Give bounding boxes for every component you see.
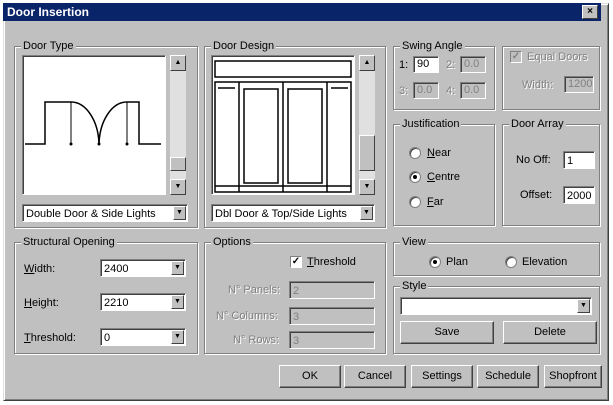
width-label: Width:: [24, 263, 56, 275]
door-type-legend: Door Type: [21, 39, 76, 53]
equal-doors-width-input[interactable]: 1200: [564, 76, 594, 93]
threshold-select[interactable]: 0 ▼: [100, 328, 186, 346]
door-type-value: Double Door & Side Lights: [26, 208, 156, 220]
width-select[interactable]: 2400 ▼: [100, 259, 186, 277]
door-design-scrollbar[interactable]: ▲ ▼: [359, 55, 375, 195]
swing-angle-3-label: 3:: [399, 85, 409, 97]
equal-doors-label: Equal Doors: [527, 51, 588, 63]
offset-label: Offset:: [520, 189, 553, 201]
threshold-label: Threshold:: [24, 332, 76, 344]
scroll-thumb[interactable]: [359, 135, 375, 171]
swing-angle-1-input[interactable]: 90: [413, 56, 439, 73]
door-type-scrollbar[interactable]: ▲ ▼: [170, 55, 186, 195]
justification-near-label: Near: [427, 147, 451, 159]
cancel-button[interactable]: Cancel: [344, 365, 406, 388]
door-type-select[interactable]: Double Door & Side Lights ▼: [22, 204, 188, 222]
structural-opening-legend: Structural Opening: [21, 235, 117, 249]
swing-angle-4-label: 4:: [446, 85, 456, 97]
scroll-down-button[interactable]: ▼: [170, 179, 186, 195]
height-value: 2210: [104, 297, 129, 309]
door-type-preview[interactable]: [22, 55, 166, 195]
chevron-down-icon[interactable]: ▼: [171, 295, 184, 309]
rows-label: N° Rows:: [233, 334, 279, 346]
threshold-checkbox-label: Threshold: [307, 256, 356, 268]
rows-input[interactable]: 3: [289, 331, 375, 349]
swing-angle-2-input[interactable]: 0.0: [460, 56, 486, 73]
style-select[interactable]: ▼: [400, 297, 592, 315]
scroll-up-button[interactable]: ▲: [170, 55, 186, 71]
justification-legend: Justification: [400, 117, 462, 131]
view-group: View: [393, 235, 600, 276]
door-design-value: Dbl Door & Top/Side Lights: [215, 208, 347, 220]
chevron-down-icon[interactable]: ▼: [577, 299, 590, 313]
chevron-down-icon[interactable]: ▼: [171, 261, 184, 275]
threshold-value: 0: [104, 332, 111, 344]
swing-angle-3-input[interactable]: 0.0: [413, 82, 439, 99]
door-elevation-icon: [214, 60, 352, 193]
threshold-checkbox[interactable]: ✓: [290, 256, 302, 268]
close-button[interactable]: ×: [582, 5, 598, 19]
columns-label: N° Columns:: [216, 310, 278, 322]
view-legend: View: [400, 235, 428, 249]
justification-far-radio[interactable]: [409, 196, 421, 208]
settings-button[interactable]: Settings: [411, 365, 473, 388]
chevron-down-icon[interactable]: ▼: [173, 206, 186, 220]
width-value: 2400: [104, 263, 129, 275]
window-title: Door Insertion: [7, 5, 90, 19]
panels-input[interactable]: 2: [289, 281, 375, 299]
door-design-preview[interactable]: [211, 55, 355, 195]
columns-input[interactable]: 3: [289, 307, 375, 325]
panels-label: N° Panels:: [228, 284, 281, 296]
ok-button[interactable]: OK: [279, 365, 341, 388]
door-design-select[interactable]: Dbl Door & Top/Side Lights ▼: [211, 204, 375, 222]
door-array-group: Door Array: [502, 117, 600, 226]
swing-angle-2-label: 2:: [446, 59, 456, 71]
title-bar[interactable]: Door Insertion ×: [3, 3, 601, 21]
style-save-button[interactable]: Save: [400, 321, 494, 344]
scroll-thumb[interactable]: [170, 157, 186, 171]
style-legend: Style: [400, 279, 429, 293]
view-plan-label: Plan: [446, 256, 469, 268]
schedule-button[interactable]: Schedule: [477, 365, 539, 388]
chevron-down-icon[interactable]: ▼: [360, 206, 373, 220]
shopfront-button[interactable]: Shopfront: [544, 365, 602, 388]
no-off-input[interactable]: 1: [563, 151, 595, 169]
justification-centre-radio[interactable]: [409, 171, 421, 183]
height-select[interactable]: 2210 ▼: [100, 293, 186, 311]
swing-angle-4-input[interactable]: 0.0: [460, 82, 486, 99]
equal-doors-checkbox[interactable]: ✓: [510, 51, 522, 63]
view-plan-radio[interactable]: [429, 256, 441, 268]
door-array-legend: Door Array: [509, 117, 566, 131]
door-design-legend: Door Design: [211, 39, 277, 53]
justification-far-label: Far: [427, 196, 444, 208]
style-delete-button[interactable]: Delete: [503, 321, 597, 344]
offset-input[interactable]: 2000: [563, 186, 595, 204]
view-elevation-label: Elevation: [522, 256, 568, 268]
swing-angle-1-label: 1:: [399, 59, 409, 71]
options-legend: Options: [211, 235, 253, 249]
equal-doors-width-label: Width:: [522, 79, 554, 91]
chevron-down-icon[interactable]: ▼: [171, 330, 184, 344]
no-off-label: No Off:: [516, 154, 551, 166]
scroll-down-button[interactable]: ▼: [359, 179, 375, 195]
justification-near-radio[interactable]: [409, 147, 421, 159]
height-label: Height:: [24, 297, 59, 309]
double-door-plan-icon: [25, 101, 161, 146]
justification-centre-label: Centre: [427, 171, 461, 183]
scroll-up-button[interactable]: ▲: [359, 55, 375, 71]
swing-angle-legend: Swing Angle: [400, 39, 465, 53]
view-elevation-radio[interactable]: [505, 256, 517, 268]
